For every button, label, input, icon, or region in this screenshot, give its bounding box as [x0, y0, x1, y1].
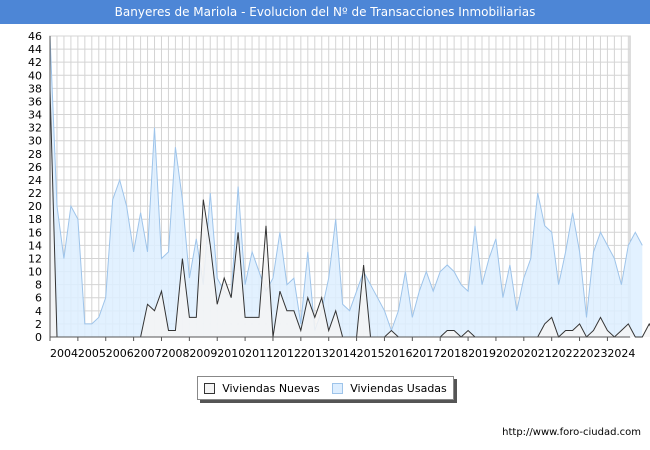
y-axis-ticks: 0246810121416182022242628303234363840424…: [28, 30, 42, 344]
y-tick-label: 18: [28, 213, 42, 226]
y-tick-label: 2: [35, 318, 42, 331]
legend-item-viviendas-usadas: Viviendas Usadas: [332, 382, 447, 395]
x-tick-label: 2013: [301, 347, 329, 360]
y-tick-label: 32: [28, 122, 42, 135]
legend-label-nuevas: Viviendas Nuevas: [222, 381, 320, 395]
source-url: http://www.foro-ciudad.com: [502, 427, 641, 438]
x-tick-label: 2012: [273, 347, 301, 360]
x-tick-label: 2011: [245, 347, 273, 360]
y-tick-label: 8: [35, 279, 42, 292]
y-tick-label: 4: [35, 305, 42, 318]
y-tick-label: 26: [28, 161, 42, 174]
y-tick-label: 0: [35, 331, 42, 344]
area-chart: 0246810121416182022242628303234363840424…: [28, 30, 650, 360]
x-axis-ticks: 2004 2005 2006 2007 2008 2009 2010 2011 2012 2013…: [49, 337, 635, 360]
x-tick-label: 2010: [217, 347, 245, 360]
x-tick-label: 2024: [607, 347, 635, 360]
y-tick-label: 38: [28, 82, 42, 95]
y-tick-label: 34: [28, 109, 42, 122]
x-tick-label: 2018: [440, 347, 468, 360]
x-tick-label: 2017: [412, 347, 440, 360]
x-tick-label: 2022: [552, 347, 580, 360]
legend-swatch-nuevas: [204, 382, 216, 394]
legend-item-viviendas-nuevas: Viviendas Nuevas: [204, 382, 320, 395]
y-tick-label: 24: [28, 174, 42, 187]
y-tick-label: 16: [28, 226, 42, 239]
y-tick-label: 10: [28, 266, 42, 279]
x-tick-label: 2019: [468, 347, 496, 360]
y-tick-label: 20: [28, 200, 42, 213]
x-tick-label: 2005: [78, 347, 106, 360]
x-tick-label: 2016: [384, 347, 412, 360]
x-tick-label: 2008: [161, 347, 189, 360]
x-tick-label: 2007: [134, 347, 162, 360]
y-tick-label: 6: [35, 292, 42, 305]
y-tick-label: 44: [28, 43, 42, 56]
legend: Viviendas Nuevas Viviendas Usadas: [197, 376, 454, 400]
y-tick-label: 14: [28, 239, 42, 252]
x-tick-label: 2006: [106, 347, 134, 360]
y-tick-label: 12: [28, 252, 42, 265]
y-tick-label: 22: [28, 187, 42, 200]
x-tick-label: 2020: [496, 347, 524, 360]
y-tick-label: 30: [28, 135, 42, 148]
x-tick-label: 2009: [189, 347, 217, 360]
x-tick-label: 2015: [357, 347, 385, 360]
x-tick-label: 2023: [580, 347, 608, 360]
y-tick-label: 42: [28, 56, 42, 69]
legend-swatch-usadas: [332, 382, 344, 394]
x-tick-label: 2021: [524, 347, 552, 360]
chart-title: Banyeres de Mariola - Evolucion del Nº d…: [0, 0, 650, 24]
y-tick-label: 28: [28, 148, 42, 161]
y-tick-label: 46: [28, 30, 42, 43]
y-tick-label: 36: [28, 95, 42, 108]
legend-label-usadas: Viviendas Usadas: [350, 381, 447, 395]
x-tick-label: 2004: [50, 347, 78, 360]
x-tick-label: 2014: [329, 347, 357, 360]
y-tick-label: 40: [28, 69, 42, 82]
